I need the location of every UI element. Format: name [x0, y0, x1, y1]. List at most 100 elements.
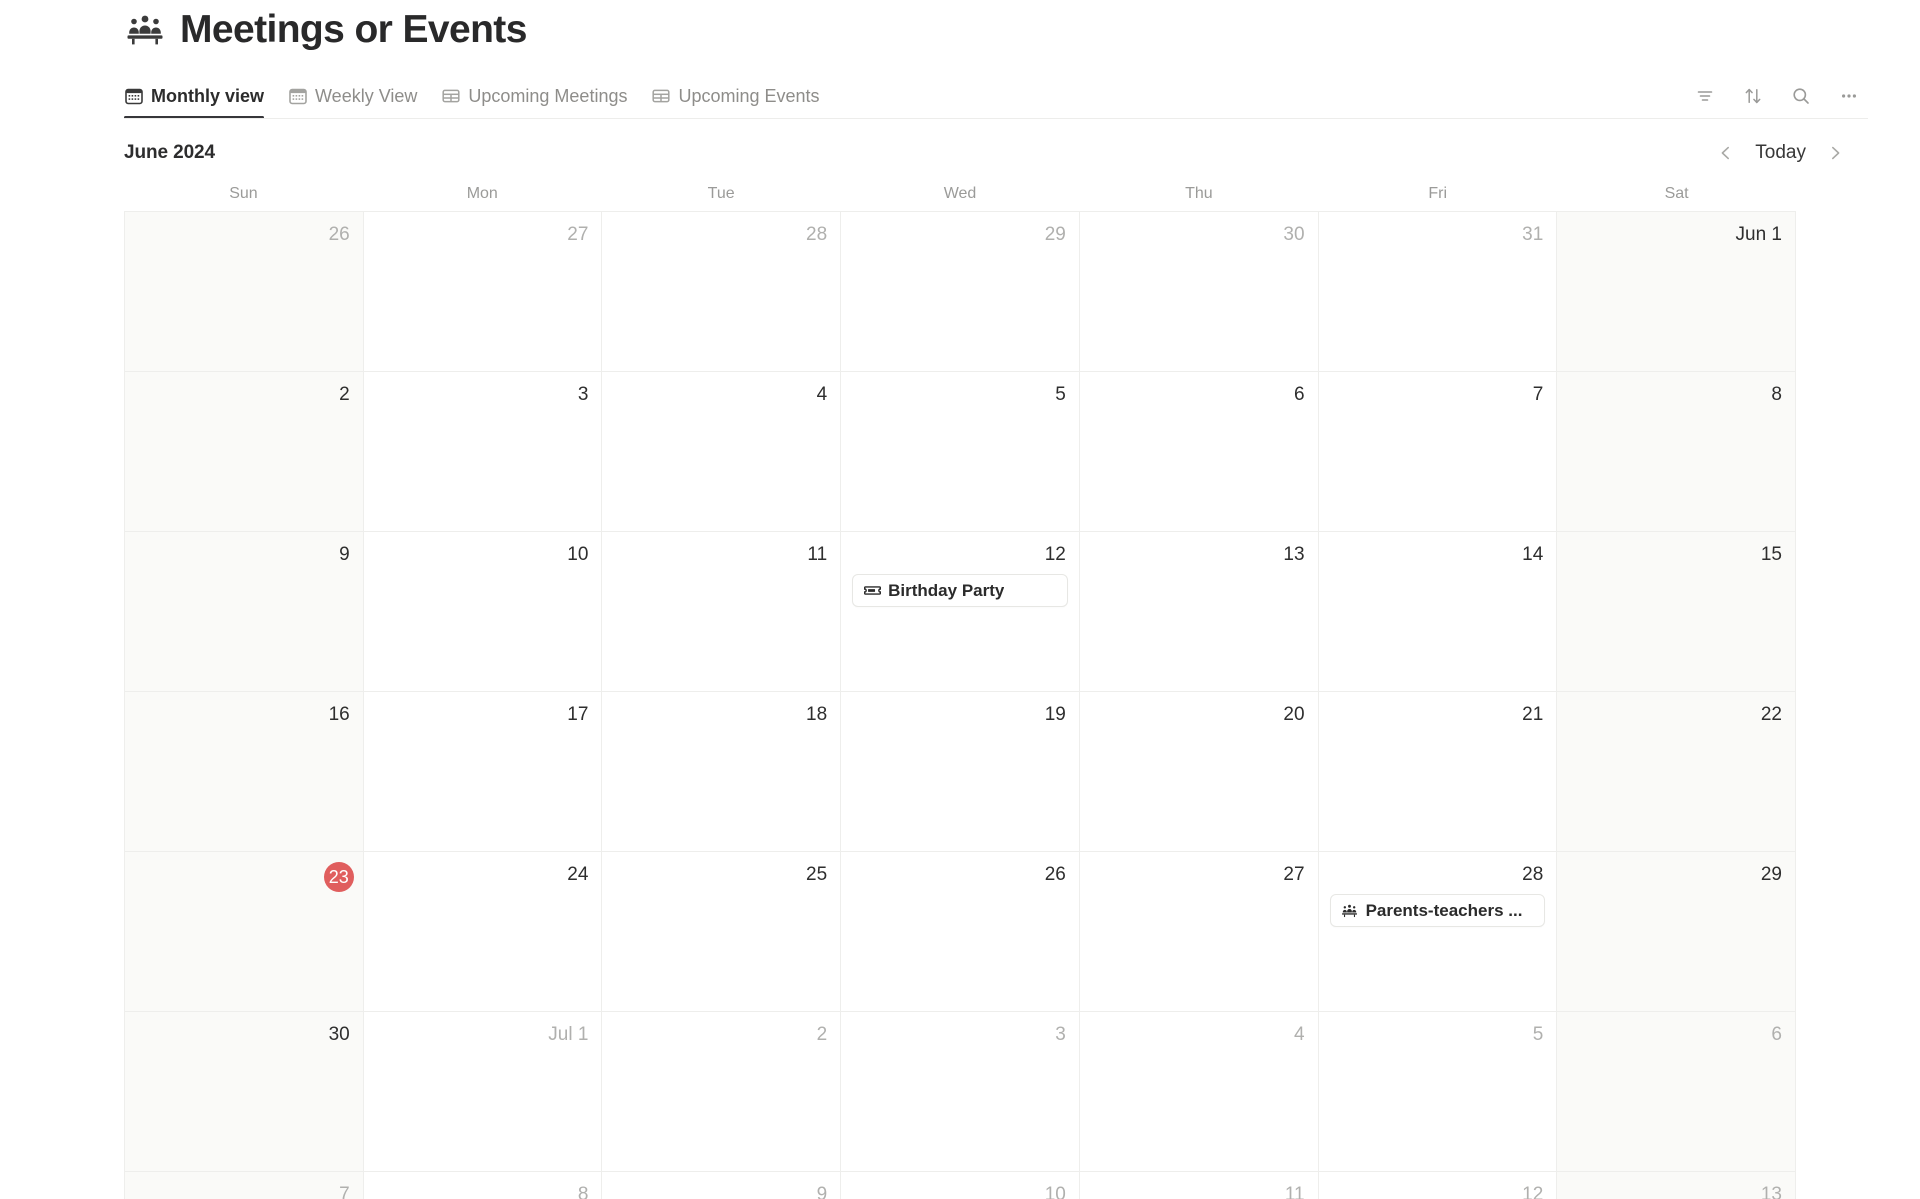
- day-cell[interactable]: 10: [363, 532, 603, 692]
- page-title: Meetings or Events: [180, 7, 527, 51]
- day-cell[interactable]: 25: [602, 852, 842, 1012]
- tab-monthly-view[interactable]: Monthly view: [124, 78, 276, 119]
- day-cell[interactable]: 30: [125, 1012, 364, 1172]
- day-cell[interactable]: 9: [602, 1172, 842, 1199]
- next-month-button[interactable]: [1820, 138, 1850, 168]
- day-number: 7: [339, 1184, 350, 1199]
- event-pill[interactable]: Parents-teachers ...: [1329, 894, 1546, 927]
- day-cell[interactable]: 26: [125, 212, 364, 372]
- day-cell[interactable]: 11: [602, 532, 842, 692]
- tab-upcoming-meetings[interactable]: Upcoming Meetings: [429, 78, 639, 114]
- day-number: 28: [1522, 864, 1544, 885]
- event-pill[interactable]: Birthday Party: [852, 574, 1068, 607]
- day-cell[interactable]: 17: [363, 692, 603, 852]
- day-cell[interactable]: 28: [602, 212, 842, 372]
- day-number-row: 20: [1091, 702, 1307, 730]
- day-cell[interactable]: 29: [1557, 852, 1796, 1012]
- day-cell[interactable]: 24: [363, 852, 603, 1012]
- day-number: 4: [1293, 1024, 1305, 1045]
- day-cell[interactable]: 2: [602, 1012, 842, 1172]
- meeting-people-icon: [1341, 902, 1359, 920]
- day-cell[interactable]: 15: [1557, 532, 1796, 692]
- day-events: Birthday Party: [852, 574, 1068, 607]
- day-number: 8: [577, 1184, 589, 1199]
- day-cell[interactable]: 21: [1318, 692, 1558, 852]
- day-cell[interactable]: 29: [841, 212, 1080, 372]
- day-cell[interactable]: 5: [1318, 1012, 1558, 1172]
- tab-weekly-view[interactable]: Weekly View: [276, 78, 429, 114]
- day-number-row: 24: [375, 862, 591, 890]
- day-cell[interactable]: 7: [1318, 372, 1558, 532]
- event-title: Birthday Party: [888, 580, 1005, 600]
- day-number-row: 4: [1091, 1022, 1307, 1050]
- day-number-row: 25: [613, 862, 829, 890]
- day-cell[interactable]: 12: [1318, 1172, 1558, 1199]
- day-cell[interactable]: Jul 1: [363, 1012, 603, 1172]
- day-cell[interactable]: 8: [1557, 372, 1796, 532]
- day-cell[interactable]: 12 Birthday Party: [841, 532, 1080, 692]
- day-number: 11: [807, 544, 828, 565]
- day-number-row: Jul 1: [375, 1022, 591, 1050]
- view-tabbar: Monthly view Weekly View Upcoming Meetin…: [124, 78, 1868, 119]
- calendar-nav: Today: [1711, 138, 1868, 168]
- filter-icon[interactable]: [1694, 85, 1716, 107]
- more-options-icon[interactable]: [1838, 85, 1860, 107]
- day-number: 22: [1760, 704, 1782, 725]
- page-header: Meetings or Events: [124, 8, 527, 50]
- ticket-event-icon: [863, 582, 881, 600]
- day-number: 24: [567, 864, 589, 885]
- day-cell[interactable]: 19: [841, 692, 1080, 852]
- day-cell[interactable]: Jun 1: [1557, 212, 1796, 372]
- day-cell[interactable]: 13: [1557, 1172, 1796, 1199]
- day-cell[interactable]: 20: [1079, 692, 1319, 852]
- day-number-row: 10: [852, 1182, 1068, 1199]
- day-cell[interactable]: 23: [125, 852, 364, 1012]
- day-cell[interactable]: 13: [1079, 532, 1319, 692]
- day-cell[interactable]: 26: [841, 852, 1080, 1012]
- day-cell[interactable]: 3: [841, 1012, 1080, 1172]
- today-button[interactable]: Today: [1745, 140, 1816, 166]
- month-grid: 26 27 28 29 30 31 Jun 1 2 3 4 5 6 7 8 9 10 11 12 Birthday …: [124, 211, 1796, 1199]
- prev-month-button[interactable]: [1711, 138, 1741, 168]
- tab-label: Upcoming Events: [678, 85, 820, 106]
- search-icon[interactable]: [1790, 85, 1812, 107]
- day-number-row: 12: [852, 542, 1068, 570]
- view-tabs: Monthly view Weekly View Upcoming Meetin…: [124, 78, 832, 119]
- day-number-row: 30: [136, 1022, 352, 1050]
- day-number: 28: [806, 224, 828, 245]
- day-cell[interactable]: 22: [1557, 692, 1796, 852]
- sort-icon[interactable]: [1742, 85, 1764, 107]
- day-number-row: 6: [1568, 1022, 1784, 1050]
- day-cell[interactable]: 4: [1079, 1012, 1319, 1172]
- day-cell[interactable]: 9: [125, 532, 364, 692]
- day-cell[interactable]: 10: [841, 1172, 1080, 1199]
- day-cell[interactable]: 16: [125, 692, 364, 852]
- day-cell[interactable]: 8: [363, 1172, 603, 1199]
- day-cell[interactable]: 28 Parents-teachers ...: [1318, 852, 1558, 1012]
- day-cell[interactable]: 14: [1318, 532, 1558, 692]
- day-cell[interactable]: 11: [1079, 1172, 1319, 1199]
- day-number-row: 21: [1330, 702, 1546, 730]
- day-cell[interactable]: 18: [602, 692, 842, 852]
- day-cell[interactable]: 2: [125, 372, 364, 532]
- day-number-today: 23: [323, 862, 354, 892]
- weekday-header: Sun Mon Tue Wed Thu Fri Sat: [124, 178, 1796, 210]
- weekday-label-sat: Sat: [1664, 185, 1689, 202]
- day-cell[interactable]: 5: [841, 372, 1080, 532]
- day-number: 27: [1283, 864, 1305, 885]
- day-cell[interactable]: 4: [602, 372, 842, 532]
- day-cell[interactable]: 7: [125, 1172, 364, 1199]
- day-cell[interactable]: 31: [1318, 212, 1558, 372]
- day-cell[interactable]: 30: [1079, 212, 1319, 372]
- day-cell[interactable]: 6: [1079, 372, 1319, 532]
- day-cell[interactable]: 27: [1079, 852, 1319, 1012]
- day-cell[interactable]: 6: [1557, 1012, 1796, 1172]
- day-number: Jul 1: [548, 1024, 589, 1045]
- day-number-row: 16: [136, 702, 352, 730]
- tab-upcoming-events[interactable]: Upcoming Events: [639, 78, 831, 114]
- day-number: 5: [1055, 384, 1066, 405]
- tab-label: Monthly view: [151, 85, 265, 106]
- day-cell[interactable]: 3: [363, 372, 603, 532]
- day-cell[interactable]: 27: [363, 212, 603, 372]
- day-number-row: 6: [1091, 382, 1307, 410]
